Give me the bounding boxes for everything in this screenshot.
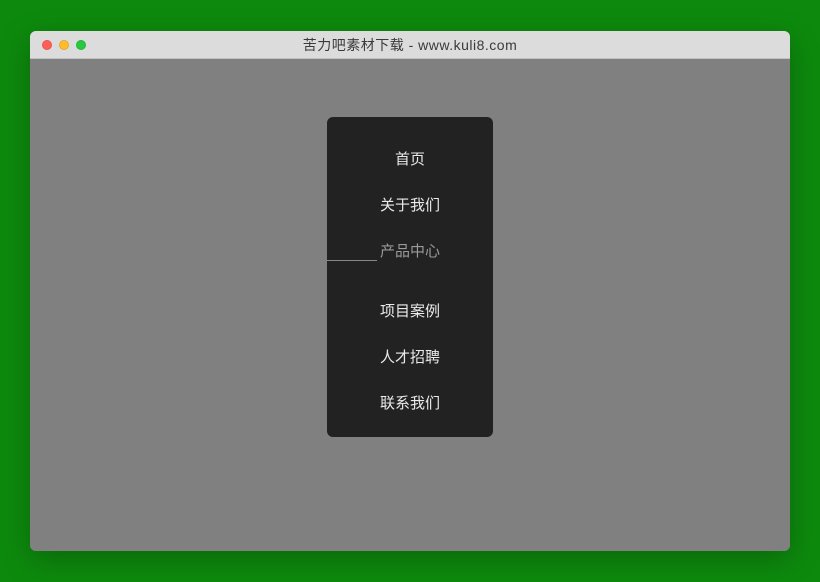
- menu-item-products[interactable]: 产品中心: [327, 227, 493, 273]
- window-title: 苦力吧素材下载 - www.kuli8.com: [30, 35, 790, 55]
- menu-item-careers[interactable]: 人才招聘: [327, 333, 493, 379]
- menu-item-contact[interactable]: 联系我们: [327, 379, 493, 425]
- menu-gap: [327, 273, 493, 287]
- menu-item-label: 联系我们: [380, 392, 440, 413]
- window-controls: [42, 40, 86, 50]
- menu-item-label: 首页: [395, 148, 425, 169]
- nav-menu: 首页 关于我们 产品中心 项目案例 人才招聘 联系我们: [327, 117, 493, 437]
- menu-item-cases[interactable]: 项目案例: [327, 287, 493, 333]
- browser-window: 苦力吧素材下载 - www.kuli8.com 首页 关于我们 产品中心 项目案…: [30, 31, 790, 551]
- menu-item-label: 项目案例: [380, 300, 440, 321]
- titlebar: 苦力吧素材下载 - www.kuli8.com: [30, 31, 790, 59]
- menu-item-label: 人才招聘: [380, 346, 440, 367]
- minimize-icon[interactable]: [59, 40, 69, 50]
- menu-item-label: 关于我们: [380, 194, 440, 215]
- content-area: 首页 关于我们 产品中心 项目案例 人才招聘 联系我们: [30, 59, 790, 551]
- menu-item-label: 产品中心: [380, 240, 440, 261]
- maximize-icon[interactable]: [76, 40, 86, 50]
- close-icon[interactable]: [42, 40, 52, 50]
- menu-item-about[interactable]: 关于我们: [327, 181, 493, 227]
- menu-item-home[interactable]: 首页: [327, 135, 493, 181]
